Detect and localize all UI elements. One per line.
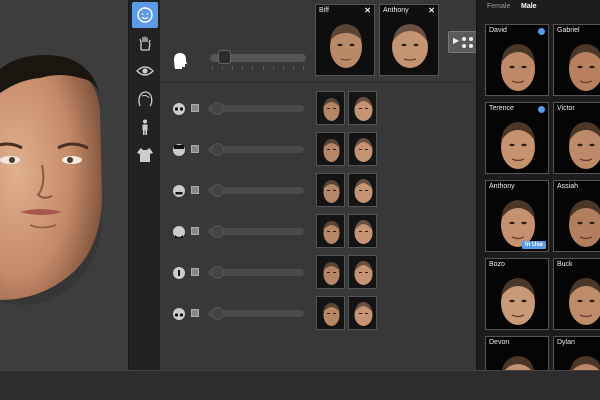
feature-enable-checkbox[interactable]: [191, 268, 199, 276]
3d-viewport[interactable]: [0, 0, 128, 370]
head-preset-card[interactable]: Bozo: [485, 258, 549, 330]
feature-thumb[interactable]: [348, 296, 377, 330]
feature-source-thumbs: [316, 173, 377, 207]
feature-enable-checkbox[interactable]: [191, 145, 199, 153]
feature-blend-row: [160, 91, 476, 127]
feature-source-thumbs: [316, 132, 377, 166]
feature-blend-row: [160, 173, 476, 209]
chevron-right-icon: ▶: [453, 36, 460, 45]
feature-enable-checkbox[interactable]: [191, 104, 199, 112]
grid-people-icon: [462, 37, 473, 48]
gender-tabs: Female Male: [477, 0, 600, 20]
feature-blend-slider-knob[interactable]: [210, 143, 224, 156]
face-region-eyes-lower-icon: [173, 308, 185, 320]
feature-blend-slider-knob[interactable]: [210, 225, 224, 238]
feature-thumb[interactable]: [348, 91, 377, 125]
face-region-forehead-icon: [173, 144, 185, 156]
head-thumbnail: [569, 356, 600, 370]
body-tool-button[interactable]: [132, 114, 158, 140]
feature-source-thumbs: [316, 296, 377, 330]
bottom-bar: [0, 370, 600, 400]
head-preset-card[interactable]: Terence: [485, 102, 549, 174]
feature-thumb[interactable]: [348, 132, 377, 166]
hair-tool-button[interactable]: [132, 86, 158, 112]
feature-thumb[interactable]: [316, 255, 345, 289]
divider: [160, 82, 476, 83]
feature-blend-row: [160, 296, 476, 332]
panel-toggle-button[interactable]: ▶: [448, 31, 478, 53]
head-preset-card[interactable]: Anthony In Use: [485, 180, 549, 252]
tab-female[interactable]: Female: [487, 3, 510, 10]
feature-blend-row: [160, 132, 476, 168]
hand-tool-button[interactable]: [132, 30, 158, 56]
feature-blend-row: [160, 255, 476, 291]
slider-ticks: [212, 66, 304, 70]
head-preset-card[interactable]: David: [485, 24, 549, 96]
feature-blend-slider-knob[interactable]: [210, 266, 224, 279]
feature-enable-checkbox[interactable]: [191, 227, 199, 235]
face-region-eyes-icon: [173, 103, 185, 115]
head-preset-card[interactable]: Assiah: [553, 180, 600, 252]
clothing-icon: [137, 148, 153, 162]
clothing-tool-button[interactable]: [132, 142, 158, 168]
head-thumbnail: [569, 278, 600, 325]
tool-strip: [128, 0, 160, 370]
feature-thumb[interactable]: [316, 296, 345, 330]
face-region-mouth-icon: [173, 185, 185, 197]
feature-blend-slider-knob[interactable]: [210, 307, 224, 320]
head-preset-card[interactable]: Dylan: [553, 336, 600, 370]
head-thumbnail: [569, 200, 600, 247]
feature-enable-checkbox[interactable]: [191, 186, 199, 194]
head-thumbnail: [501, 356, 535, 370]
face-tool-button[interactable]: [132, 2, 158, 28]
face-region-nose-icon: [173, 267, 185, 279]
hair-icon: [138, 91, 153, 107]
feature-blend-slider-knob[interactable]: [210, 102, 224, 115]
in-use-badge: In Use: [521, 241, 546, 249]
hand-icon: [139, 36, 151, 51]
feature-enable-checkbox[interactable]: [191, 309, 199, 317]
head-thumbnail: [501, 122, 535, 169]
feature-source-thumbs: [316, 255, 377, 289]
feature-thumb[interactable]: [348, 173, 377, 207]
feature-thumb[interactable]: [316, 214, 345, 248]
head-silhouette-icon: [174, 53, 187, 69]
head-preset-card[interactable]: Gabriel: [553, 24, 600, 96]
feature-source-thumbs: [316, 91, 377, 125]
head-thumbnail: [569, 44, 600, 91]
feature-thumb[interactable]: [348, 255, 377, 289]
head-thumbnail: [501, 44, 535, 91]
face-icon: [137, 7, 153, 23]
feature-thumb[interactable]: [316, 91, 345, 125]
head-thumbnail: [569, 122, 600, 169]
tab-male[interactable]: Male: [521, 3, 537, 10]
feature-blend-row: [160, 214, 476, 250]
feature-thumb[interactable]: [316, 132, 345, 166]
face-region-chin-icon: [173, 226, 185, 238]
feature-thumb[interactable]: [348, 214, 377, 248]
head-preset-card[interactable]: Devon: [485, 336, 549, 370]
feature-thumb[interactable]: [316, 173, 345, 207]
morph-editor-panel: Biff ✕ Anthony ✕: [160, 0, 476, 370]
head-preset-card[interactable]: Buck: [553, 258, 600, 330]
head-thumbnail: [501, 278, 535, 325]
master-blend-slider-knob[interactable]: [217, 50, 231, 64]
head-preset-card[interactable]: Victor: [553, 102, 600, 174]
feature-source-thumbs: [316, 214, 377, 248]
body-icon: [142, 119, 148, 135]
head-model-preview: [0, 55, 102, 305]
head-browser-panel: Female Male David Gabriel Terence Victor Ant…: [476, 0, 600, 370]
master-blend-row: [160, 44, 476, 78]
eye-icon: [136, 66, 154, 76]
eye-tool-button[interactable]: [132, 58, 158, 84]
feature-blend-slider-knob[interactable]: [210, 184, 224, 197]
